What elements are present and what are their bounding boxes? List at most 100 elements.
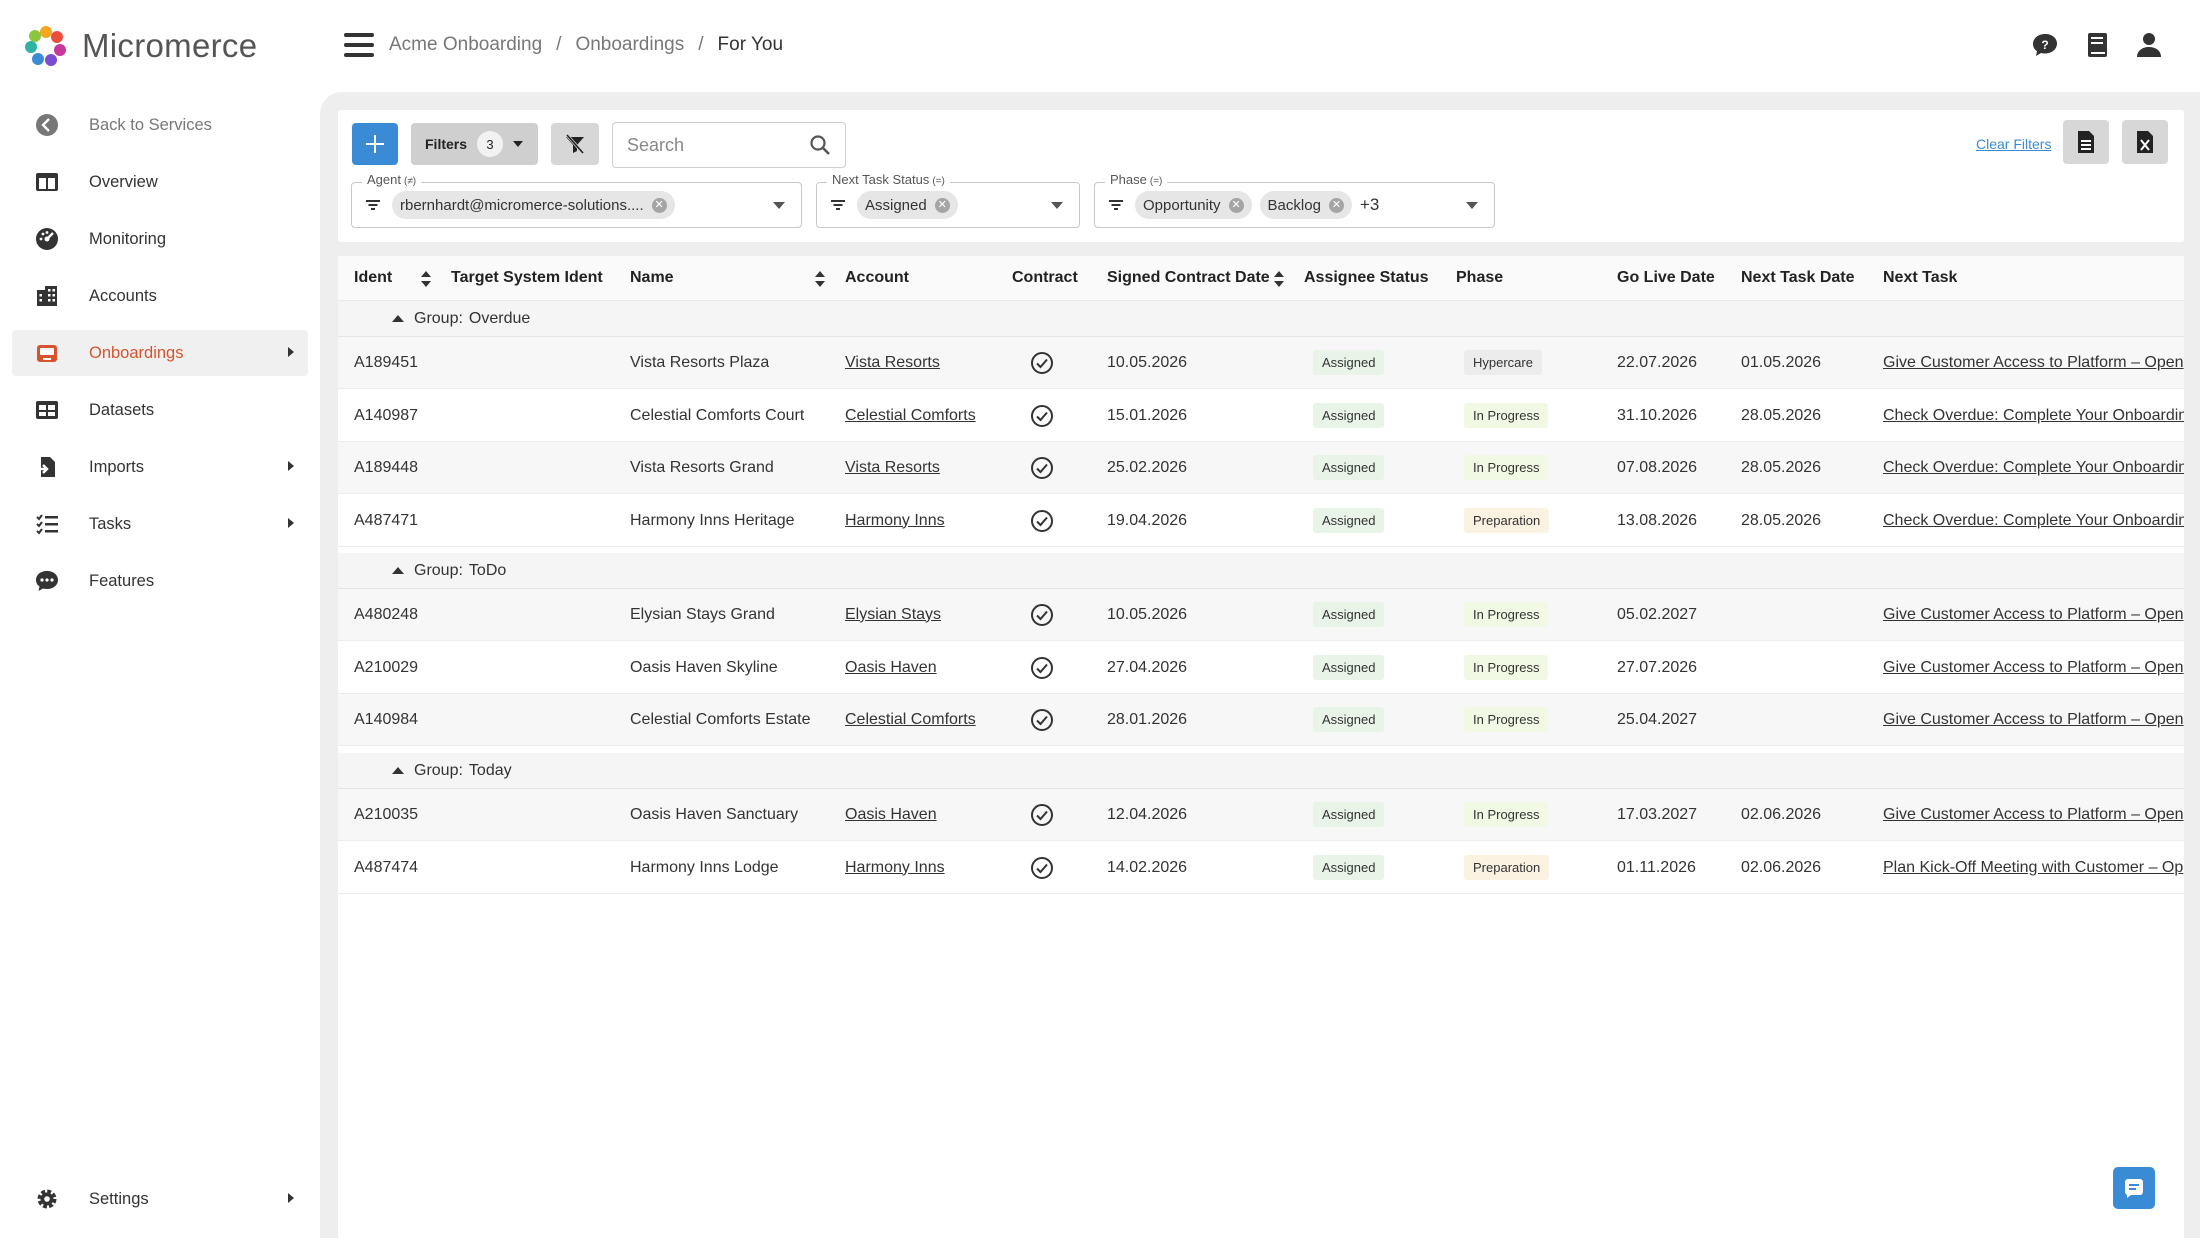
col-header-name[interactable]: Name — [630, 256, 674, 300]
account-link[interactable]: Vista Resorts — [845, 354, 940, 372]
group-label[interactable]: Group: Today — [392, 753, 512, 788]
table-row[interactable]: A210035 Oasis Haven Sanctuary Oasis Haven 1… — [338, 789, 2184, 841]
account-link[interactable]: Oasis Haven — [845, 806, 937, 824]
dropdown-caret-icon[interactable] — [773, 202, 785, 209]
menu-toggle-button[interactable] — [344, 30, 374, 60]
dropdown-caret-icon[interactable] — [1466, 202, 1478, 209]
cell-name: Oasis Haven Skyline — [630, 658, 778, 676]
col-header-next-task-date[interactable]: Next Task Date — [1741, 256, 1855, 300]
cell-contract — [1030, 642, 1054, 693]
next-task-link[interactable]: Give Customer Access to Platform – Open — [1883, 659, 2184, 677]
sidebar-item-imports[interactable]: Imports — [12, 444, 308, 490]
overview-icon — [34, 169, 60, 195]
search-input[interactable] — [627, 134, 797, 156]
phase-filter[interactable]: Phase (=) Opportunity ✕ Backlog ✕ +3 — [1094, 172, 1495, 228]
search-icon[interactable] — [809, 134, 831, 156]
next-task-link[interactable]: Check Overdue: Complete Your Onboardin — [1883, 407, 2184, 425]
group-collapse-caret-icon[interactable] — [392, 315, 404, 322]
micromerce-logo-icon — [25, 26, 66, 66]
table-row[interactable]: A189451 Vista Resorts Plaza Vista Resorts 1… — [338, 337, 2184, 389]
check-circle-icon — [1031, 603, 1053, 626]
top-actions: ? — [2030, 30, 2164, 60]
user-profile-icon[interactable] — [2134, 30, 2164, 60]
cell-phase: In Progress — [1464, 589, 1549, 640]
chip-remove-icon[interactable]: ✕ — [1228, 197, 1244, 213]
sidebar-item-monitoring[interactable]: Monitoring — [12, 216, 308, 262]
csv-file-icon — [2078, 131, 2094, 153]
col-header-phase[interactable]: Phase — [1456, 256, 1503, 300]
table-row[interactable]: A140984 Celestial Comforts Estate Celestia… — [338, 694, 2184, 746]
sidebar-item-accounts[interactable]: Accounts — [12, 273, 308, 319]
export-csv-button[interactable] — [2063, 120, 2109, 164]
account-link[interactable]: Celestial Comforts — [845, 711, 976, 729]
breadcrumb-onboardings[interactable]: Onboardings — [575, 34, 684, 56]
next-task-link[interactable]: Give Customer Access to Platform – Open — [1883, 711, 2184, 729]
next-task-status-filter[interactable]: Next Task Status (=) Assigned ✕ — [816, 172, 1080, 228]
sort-icon[interactable] — [1273, 270, 1285, 288]
sidebar-item-datasets[interactable]: Datasets — [12, 387, 308, 433]
help-chat-icon[interactable]: ? — [2030, 30, 2060, 60]
col-header-ident[interactable]: Ident — [354, 256, 392, 300]
col-header-next-task[interactable]: Next Task — [1883, 256, 1957, 300]
book-icon[interactable] — [2082, 30, 2112, 60]
clear-filters-link[interactable]: Clear Filters — [1976, 136, 2051, 152]
group-label[interactable]: Group: ToDo — [392, 553, 506, 588]
group-row[interactable]: Group: Overdue — [338, 301, 2184, 337]
group-label[interactable]: Group: Overdue — [392, 301, 530, 336]
cell-ident: A189451 — [354, 353, 419, 371]
col-header-account[interactable]: Account — [845, 256, 909, 300]
chat-widget-button[interactable] — [2113, 1167, 2155, 1209]
breadcrumb-acme-onboarding[interactable]: Acme Onboarding — [389, 34, 542, 56]
account-link[interactable]: Harmony Inns — [845, 512, 945, 530]
col-header-assignee-status[interactable]: Assignee Status — [1304, 256, 1428, 300]
next-task-link[interactable]: Plan Kick-Off Meeting with Customer – Op — [1883, 859, 2183, 877]
dropdown-caret-icon[interactable] — [1051, 202, 1063, 209]
account-link[interactable]: Oasis Haven — [845, 659, 937, 677]
app-logo[interactable]: Micromerce — [22, 22, 257, 70]
table-row[interactable]: A487471 Harmony Inns Heritage Harmony Inns… — [338, 495, 2184, 547]
col-header-target-system-ident[interactable]: Target System Ident — [451, 256, 603, 300]
group-row[interactable]: Group: Today — [338, 753, 2184, 789]
table-row[interactable]: A140987 Celestial Comforts Court Celestial… — [338, 390, 2184, 442]
cell-contract — [1030, 842, 1054, 893]
filters-button[interactable]: Filters 3 — [411, 123, 538, 165]
sidebar-item-settings[interactable]: Settings — [12, 1176, 308, 1222]
export-excel-button[interactable] — [2122, 120, 2168, 164]
sidebar-item-back-to-services[interactable]: Back to Services — [12, 102, 308, 148]
chip-remove-icon[interactable]: ✕ — [1328, 197, 1344, 213]
next-task-link[interactable]: Give Customer Access to Platform – Open — [1883, 806, 2184, 824]
sidebar-item-features[interactable]: Features — [12, 558, 308, 604]
agent-filter[interactable]: Agent (≠) rbernhardt@micromerce-solutions… — [351, 172, 802, 228]
table-row[interactable]: A210029 Oasis Haven Skyline Oasis Haven 27.… — [338, 642, 2184, 694]
sidebar-item-onboardings[interactable]: Onboardings — [12, 330, 308, 376]
cell-ident: A487474 — [354, 858, 419, 876]
add-onboarding-button[interactable] — [352, 123, 398, 165]
group-collapse-caret-icon[interactable] — [392, 767, 404, 774]
group-row[interactable]: Group: ToDo — [338, 553, 2184, 589]
next-task-link[interactable]: Check Overdue: Complete Your Onboardin — [1883, 512, 2184, 530]
table-row[interactable]: A189448 Vista Resorts Grand Vista Resorts 2… — [338, 442, 2184, 494]
col-header-contract[interactable]: Contract — [1012, 256, 1078, 300]
phase-more-count[interactable]: +3 — [1360, 195, 1379, 215]
sidebar-item-overview[interactable]: Overview — [12, 159, 308, 205]
next-task-link[interactable]: Check Overdue: Complete Your Onboardin — [1883, 459, 2184, 477]
table-header-row: Ident Target System Ident Name Account C… — [338, 256, 2184, 301]
sort-icon[interactable] — [814, 270, 826, 288]
col-header-signed-contract-date[interactable]: Signed Contract Date — [1107, 256, 1270, 300]
sort-icon[interactable] — [420, 270, 432, 288]
account-link[interactable]: Vista Resorts — [845, 459, 940, 477]
account-link[interactable]: Elysian Stays — [845, 606, 941, 624]
chip-remove-icon[interactable]: ✕ — [651, 197, 667, 213]
next-task-link[interactable]: Give Customer Access to Platform – Open — [1883, 606, 2184, 624]
sidebar-item-tasks[interactable]: Tasks — [12, 501, 308, 547]
table-row[interactable]: A487474 Harmony Inns Lodge Harmony Inns 14.… — [338, 842, 2184, 894]
next-task-link[interactable]: Give Customer Access to Platform – Open — [1883, 354, 2184, 372]
cell-ident: A140984 — [354, 710, 419, 728]
group-collapse-caret-icon[interactable] — [392, 567, 404, 574]
col-header-go-live-date[interactable]: Go Live Date — [1617, 256, 1715, 300]
account-link[interactable]: Harmony Inns — [845, 859, 945, 877]
table-row[interactable]: A480248 Elysian Stays Grand Elysian Stays 1… — [338, 589, 2184, 641]
chip-remove-icon[interactable]: ✕ — [934, 197, 950, 213]
account-link[interactable]: Celestial Comforts — [845, 407, 976, 425]
clear-filter-button[interactable] — [551, 123, 599, 165]
